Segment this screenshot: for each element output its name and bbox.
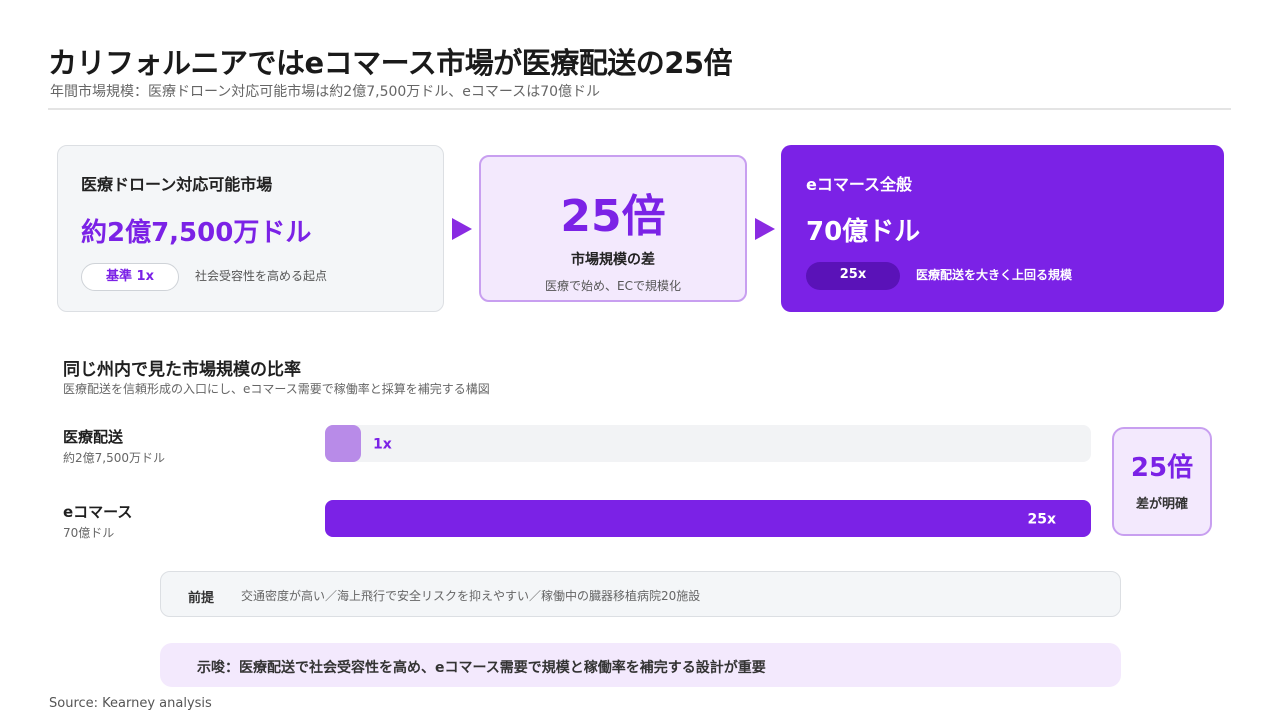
section-subtitle: 医療配送を信頼形成の入口にし、eコマース需要で稼働率と採算を補完する構図 bbox=[63, 382, 490, 396]
implication-box: 示唆：医療配送で社会受容性を高め、eコマース需要で規模と稼働率を補完する設計が重… bbox=[160, 643, 1121, 687]
arrow-right-icon bbox=[755, 218, 775, 240]
bar-category-sublabel-medical: 約2億7,500万ドル bbox=[63, 451, 165, 465]
bar-value-label-medical: 1x bbox=[373, 437, 392, 453]
ecommerce-market-note: 医療配送を大きく上回る規模 bbox=[916, 268, 1073, 282]
multiplier-card: 25倍 市場規模の差 医療で始め、ECで規模化 bbox=[479, 155, 747, 302]
page-subtitle: 年間市場規模：医療ドローン対応可能市場は約2億7,500万ドル、eコマースは70… bbox=[50, 84, 601, 100]
implication-text: 示唆：医療配送で社会受容性を高め、eコマース需要で規模と稼働率を補完する設計が重… bbox=[197, 660, 766, 676]
premise-text: 交通密度が高い／海上飛行で安全リスクを抑えやすい／稼働中の臓器移植病院20施設 bbox=[241, 589, 701, 603]
page-title: カリフォルニアではeコマース市場が医療配送の25倍 bbox=[48, 46, 733, 80]
premise-label: 前提 bbox=[188, 591, 215, 606]
bar-track-medical bbox=[325, 425, 1091, 462]
medical-market-note: 社会受容性を高める起点 bbox=[195, 269, 328, 283]
medical-market-label: 医療ドローン対応可能市場 bbox=[81, 175, 273, 194]
bar-category-label-medical: 医療配送 bbox=[63, 428, 124, 446]
ratio-callout: 25倍 差が明確 bbox=[1112, 427, 1212, 536]
ecommerce-market-card: eコマース全般 70億ドル 25x 医療配送を大きく上回る規模 bbox=[781, 145, 1224, 312]
ratio-callout-label: 差が明確 bbox=[1135, 497, 1188, 512]
multiplier-note: 医療で始め、ECで規模化 bbox=[545, 279, 681, 293]
medical-market-value: 約2億7,500万ドル bbox=[81, 218, 312, 248]
multiplier-label: 市場規模の差 bbox=[571, 252, 655, 268]
source-note: Source: Kearney analysis bbox=[49, 696, 212, 711]
bar-category-label-ecommerce: eコマース bbox=[63, 503, 133, 521]
bar-medical bbox=[325, 425, 361, 462]
bar-value-label-ecommerce: 25x bbox=[1027, 512, 1056, 528]
ratio-callout-value: 25倍 bbox=[1130, 453, 1194, 483]
ratio-bar-chart: 1x 25x bbox=[325, 425, 1091, 537]
section-title: 同じ州内で見た市場規模の比率 bbox=[63, 360, 301, 380]
bar-ecommerce bbox=[325, 500, 1091, 537]
ecommerce-market-label: eコマース全般 bbox=[806, 175, 913, 194]
arrow-right-icon bbox=[452, 218, 472, 240]
premise-box: 前提 交通密度が高い／海上飛行で安全リスクを抑えやすい／稼働中の臓器移植病院20… bbox=[160, 571, 1121, 617]
ecommerce-market-value: 70億ドル bbox=[806, 217, 921, 247]
title-divider bbox=[48, 108, 1231, 110]
bar-category-sublabel-ecommerce: 70億ドル bbox=[63, 526, 115, 540]
baseline-pill: 基準 1x bbox=[81, 263, 179, 291]
medical-market-card: 医療ドローン対応可能市場 約2億7,500万ドル 基準 1x 社会受容性を高める… bbox=[57, 145, 444, 312]
ecommerce-multiplier-pill: 25x bbox=[806, 262, 900, 290]
multiplier-value: 25倍 bbox=[560, 191, 666, 242]
